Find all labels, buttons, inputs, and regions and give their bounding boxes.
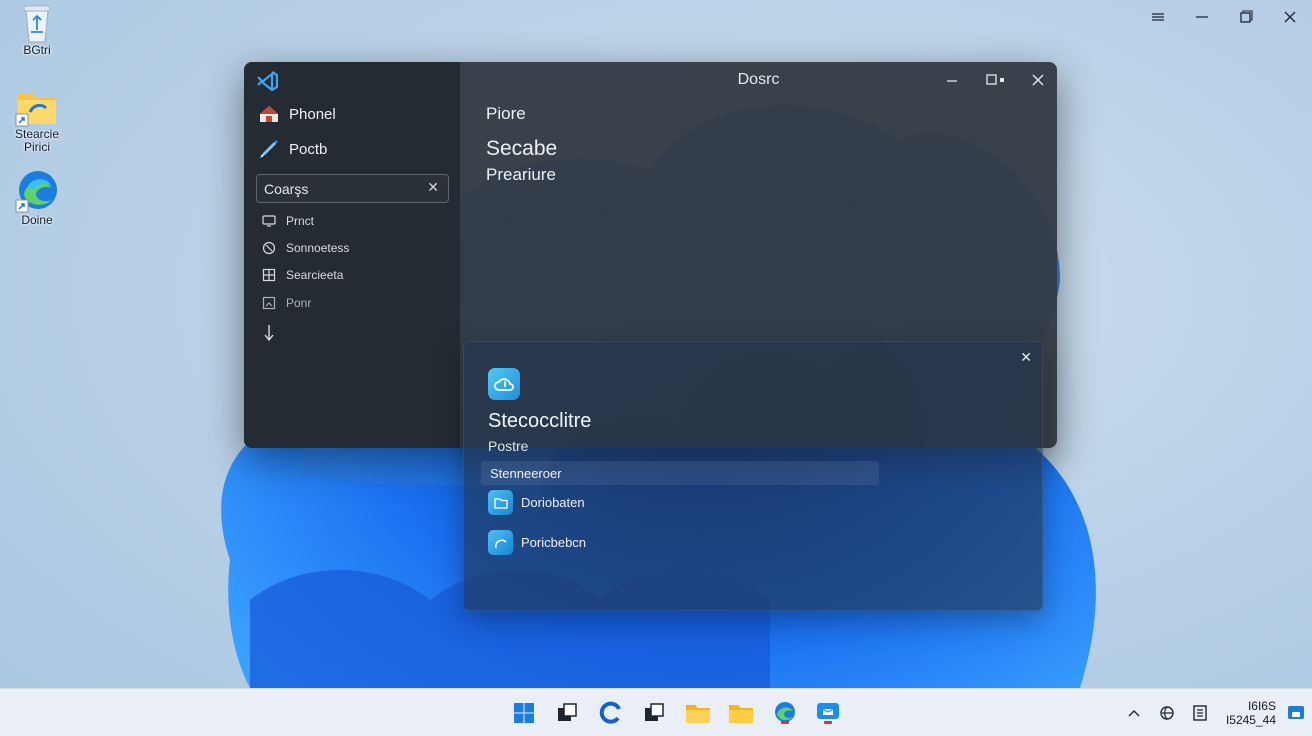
taskbar-apps bbox=[502, 689, 850, 736]
accessibility-icon bbox=[262, 241, 276, 255]
taskbar-store[interactable] bbox=[807, 689, 851, 736]
system-tray: I6I6S I5245_44 bbox=[1117, 689, 1312, 736]
close-icon bbox=[1032, 74, 1044, 86]
folder-icon bbox=[488, 490, 513, 515]
window-minimize-button[interactable] bbox=[934, 68, 970, 92]
edge-dev-icon bbox=[774, 702, 795, 724]
desktop-top-controls bbox=[1136, 0, 1312, 34]
edge-icon bbox=[599, 701, 621, 724]
menu-icon[interactable] bbox=[1136, 0, 1180, 34]
taskbar-edge-dev[interactable] bbox=[763, 689, 807, 736]
sidebar-item-label: Phonel bbox=[289, 105, 336, 123]
taskbar-file-explorer[interactable] bbox=[676, 689, 720, 736]
clock-time: I6I6S bbox=[1247, 699, 1276, 713]
arrow-down-icon[interactable] bbox=[262, 324, 276, 342]
window-restore-button[interactable] bbox=[978, 68, 1014, 92]
store-icon bbox=[817, 703, 840, 724]
sidebar-item-searcieeta[interactable]: Searcieeta bbox=[262, 268, 343, 282]
pen-icon bbox=[260, 140, 278, 158]
widgets-icon bbox=[645, 703, 664, 721]
flyout-subtitle: Postre bbox=[488, 438, 529, 454]
folder-shortcut-icon bbox=[15, 94, 56, 127]
content-subtitle: Preariure bbox=[486, 165, 556, 184]
flyout-close-icon[interactable]: ✕ bbox=[1020, 350, 1032, 366]
minimize-icon[interactable] bbox=[1180, 0, 1224, 34]
monitor-icon bbox=[262, 215, 276, 227]
image-icon bbox=[262, 296, 276, 310]
notes-icon[interactable] bbox=[1183, 689, 1216, 736]
sidebar-item-label: Prnct bbox=[286, 214, 315, 228]
file-explorer-icon bbox=[685, 705, 710, 723]
network-icon[interactable] bbox=[1150, 689, 1183, 736]
clock[interactable]: I6I6S I5245_44 bbox=[1216, 689, 1280, 736]
edge-shortcut-icon bbox=[15, 171, 57, 213]
flyout-title: Stecocclitre bbox=[488, 410, 592, 432]
sidebar-item-prnct[interactable]: Prnct bbox=[262, 214, 314, 228]
desktop-icon-edge[interactable]: Doine bbox=[5, 168, 69, 227]
desktop-icon-label: BGtri bbox=[23, 43, 51, 57]
flyout-panel[interactable]: ✕ Stecocclitre Postre Stenneeroer Doriob… bbox=[463, 341, 1043, 611]
taskbar-widgets[interactable] bbox=[633, 689, 677, 736]
clock-date: I5245_44 bbox=[1225, 713, 1276, 727]
restore-icon[interactable] bbox=[1224, 0, 1268, 34]
taskbar-folder[interactable] bbox=[720, 689, 764, 736]
chevron-up-icon[interactable] bbox=[1117, 689, 1150, 736]
app-logo-icon bbox=[257, 71, 278, 92]
clear-search-icon[interactable]: ✕ bbox=[427, 180, 439, 196]
grid-icon bbox=[262, 268, 276, 282]
desktop-icon-label: Stearcie Pirici bbox=[14, 127, 60, 154]
window-close-button[interactable] bbox=[1020, 68, 1056, 92]
start-button[interactable] bbox=[502, 689, 546, 736]
sidebar-item-label: Poctb bbox=[289, 140, 328, 158]
sidebar-item-phonel[interactable]: Phonel bbox=[258, 103, 336, 125]
sidebar-item-label: Sonnoetess bbox=[286, 241, 350, 255]
taskbar: I6I6S I5245_44 bbox=[0, 688, 1312, 736]
sidebar-item-label: Ponr bbox=[286, 296, 312, 310]
desktop-icon-label: Doine bbox=[21, 213, 53, 227]
notification-center-icon[interactable] bbox=[1280, 689, 1312, 736]
taskbar-edge[interactable] bbox=[589, 689, 633, 736]
flyout-selected-row[interactable]: Stenneeroer bbox=[481, 461, 879, 485]
start-icon bbox=[513, 703, 534, 723]
sidebar-item-ponr[interactable]: Ponr bbox=[262, 296, 311, 310]
taskbar-task-view[interactable] bbox=[546, 689, 590, 736]
recycle-bin-icon bbox=[23, 5, 51, 43]
minimize-icon bbox=[947, 80, 957, 82]
content-heading: Piore bbox=[486, 104, 526, 123]
flyout-item-poricbebcn[interactable]: Poricbebcn bbox=[488, 530, 586, 555]
speed-icon bbox=[488, 530, 513, 555]
desktop-icon-recycle-bin[interactable]: BGtri bbox=[5, 2, 69, 57]
folder-icon bbox=[729, 705, 754, 723]
desktop-icon-folder-shortcut[interactable]: Stearcie Pirici bbox=[5, 86, 69, 154]
flyout-item-label: Poricbebcn bbox=[521, 535, 587, 550]
home-icon bbox=[260, 106, 278, 122]
sidebar-search-box[interactable]: ✕ bbox=[256, 174, 449, 203]
task-view-icon bbox=[558, 703, 577, 721]
flyout-item-label: Doriobaten bbox=[521, 495, 585, 510]
flyout-item-doriobaten[interactable]: Doriobaten bbox=[488, 490, 585, 515]
sidebar-item-sonnoetess[interactable]: Sonnoetess bbox=[262, 241, 349, 255]
restore-icon bbox=[986, 74, 1004, 85]
content-title: Secabe bbox=[486, 137, 558, 160]
cloud-app-icon bbox=[488, 368, 520, 400]
search-input[interactable] bbox=[264, 180, 414, 197]
sidebar-item-poctb[interactable]: Poctb bbox=[258, 138, 327, 160]
close-icon[interactable] bbox=[1268, 0, 1312, 34]
sidebar-item-label: Searcieeta bbox=[286, 268, 344, 282]
